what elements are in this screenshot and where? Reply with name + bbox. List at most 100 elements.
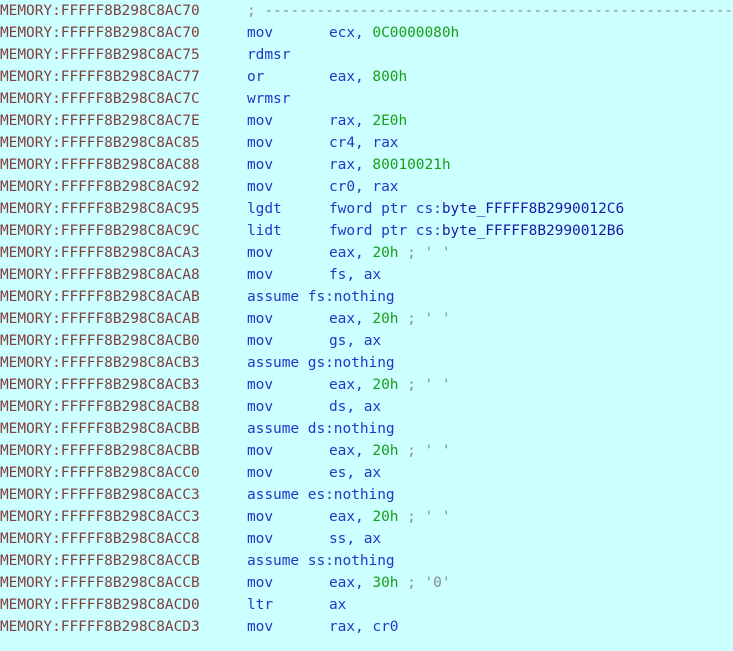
line-content: mov rax, 80010021h — [247, 154, 451, 176]
line-content: mov eax, 20h ; ' ' — [247, 440, 451, 462]
operand-immediate: 20h — [372, 443, 399, 459]
disasm-line[interactable]: MEMORY:FFFFF8B298C8ACB3 assume gs:nothing — [0, 352, 733, 374]
disasm-line[interactable]: MEMORY:FFFFF8B298C8AC95 lgdt fword ptr cs:… — [0, 198, 733, 220]
line-address: MEMORY:FFFFF8B298C8AC95 — [0, 201, 200, 217]
disassembly-view[interactable]: MEMORY:FFFFF8B298C8AC70 ; ---------------… — [0, 0, 733, 651]
line-content: mov fs, ax — [247, 264, 381, 286]
disasm-line[interactable]: MEMORY:FFFFF8B298C8ACB8 mov ds, ax — [0, 396, 733, 418]
disasm-line[interactable]: MEMORY:FFFFF8B298C8ACC3 assume es:nothing — [0, 484, 733, 506]
operand-register: rax, cr0 — [329, 619, 399, 635]
operand-register: eax, — [329, 443, 373, 459]
disasm-line[interactable]: MEMORY:FFFFF8B298C8AC7C wrmsr — [0, 88, 733, 110]
instruction-operands: ds, ax — [329, 396, 381, 418]
line-address: MEMORY:FFFFF8B298C8ACA3 — [0, 245, 200, 261]
instruction-operands: fword ptr cs:byte_FFFFF8B2990012C6 — [329, 198, 624, 220]
line-address: MEMORY:FFFFF8B298C8ACCB — [0, 553, 200, 569]
disasm-line[interactable]: MEMORY:FFFFF8B298C8AC85 mov cr4, rax — [0, 132, 733, 154]
line-address: MEMORY:FFFFF8B298C8ACCB — [0, 575, 200, 591]
line-content: lidt fword ptr cs:byte_FFFFF8B2990012B6 — [247, 220, 624, 242]
instruction-operands: ax — [329, 594, 346, 616]
assume-directive: assume es:nothing — [247, 487, 395, 503]
disasm-line[interactable]: MEMORY:FFFFF8B298C8AC9C lidt fword ptr cs:… — [0, 220, 733, 242]
operand-register: cr0, rax — [329, 179, 399, 195]
line-address: MEMORY:FFFFF8B298C8ACA8 — [0, 267, 200, 283]
line-content: mov rax, cr0 — [247, 616, 399, 638]
line-content: mov rax, 2E0h — [247, 110, 407, 132]
disasm-line[interactable]: MEMORY:FFFFF8B298C8ACCB assume ss:nothing — [0, 550, 733, 572]
operand-register: rax, — [329, 157, 373, 173]
operand-immediate: 80010021h — [372, 157, 451, 173]
operand-comment: ; ' ' — [398, 443, 451, 459]
disasm-line[interactable]: MEMORY:FFFFF8B298C8ACA8 mov fs, ax — [0, 264, 733, 286]
disasm-line[interactable]: MEMORY:FFFFF8B298C8AC75 rdmsr — [0, 44, 733, 66]
line-address: MEMORY:FFFFF8B298C8ACB3 — [0, 377, 200, 393]
disasm-line[interactable]: MEMORY:FFFFF8B298C8ACC0 mov es, ax — [0, 462, 733, 484]
operand-data-reference[interactable]: byte_FFFFF8B2990012B6 — [442, 223, 624, 239]
operand-immediate: 2E0h — [372, 113, 408, 129]
instruction-operands: fs, ax — [329, 264, 381, 286]
disasm-line[interactable]: MEMORY:FFFFF8B298C8ACBB assume ds:nothing — [0, 418, 733, 440]
instruction-mnemonic: mov — [247, 245, 274, 261]
disasm-line[interactable]: MEMORY:FFFFF8B298C8ACD0 ltr ax — [0, 594, 733, 616]
line-address: MEMORY:FFFFF8B298C8AC70 — [0, 3, 200, 19]
line-content: mov eax, 20h ; ' ' — [247, 308, 451, 330]
separator-comment: ; --------------------------------------… — [247, 3, 733, 19]
instruction-mnemonic: mov — [247, 179, 274, 195]
line-address: MEMORY:FFFFF8B298C8AC77 — [0, 69, 200, 85]
operand-immediate: 0C0000080h — [372, 25, 460, 41]
disasm-line[interactable]: MEMORY:FFFFF8B298C8ACB0 mov gs, ax — [0, 330, 733, 352]
instruction-operands: rax, 2E0h — [329, 110, 407, 132]
assume-directive: assume gs:nothing — [247, 355, 395, 371]
disasm-line[interactable]: MEMORY:FFFFF8B298C8AC70 ; ---------------… — [0, 0, 733, 22]
line-content: ltr ax — [247, 594, 346, 616]
line-address: MEMORY:FFFFF8B298C8ACB3 — [0, 355, 200, 371]
line-content: rdmsr — [247, 44, 290, 66]
line-address: MEMORY:FFFFF8B298C8ACAB — [0, 311, 200, 327]
operand-immediate: 20h — [372, 377, 399, 393]
disasm-line[interactable]: MEMORY:FFFFF8B298C8ACCB mov eax, 30h ; '0' — [0, 572, 733, 594]
instruction-operands: eax, 20h ; ' ' — [329, 440, 451, 462]
line-address: MEMORY:FFFFF8B298C8AC92 — [0, 179, 200, 195]
operand-register: ds, ax — [329, 399, 382, 415]
disasm-line[interactable]: MEMORY:FFFFF8B298C8ACA3 mov eax, 20h ; ' ' — [0, 242, 733, 264]
operand-register: ecx, — [329, 25, 373, 41]
line-address: MEMORY:FFFFF8B298C8ACBB — [0, 443, 200, 459]
instruction-operands: eax, 800h — [329, 66, 407, 88]
line-address: MEMORY:FFFFF8B298C8ACB8 — [0, 399, 200, 415]
operand-register: eax, — [329, 575, 373, 591]
line-content: mov ss, ax — [247, 528, 381, 550]
line-address: MEMORY:FFFFF8B298C8ACBB — [0, 421, 200, 437]
operand-register: eax, — [329, 245, 373, 261]
line-content: mov cr0, rax — [247, 176, 399, 198]
operand-comment: ; ' ' — [398, 245, 451, 261]
disasm-line[interactable]: MEMORY:FFFFF8B298C8AC92 mov cr0, rax — [0, 176, 733, 198]
disasm-line[interactable]: MEMORY:FFFFF8B298C8AC70 mov ecx, 0C0000080… — [0, 22, 733, 44]
disasm-line[interactable]: MEMORY:FFFFF8B298C8ACC3 mov eax, 20h ; ' ' — [0, 506, 733, 528]
disasm-line[interactable]: MEMORY:FFFFF8B298C8ACC8 mov ss, ax — [0, 528, 733, 550]
operand-immediate: 800h — [372, 69, 408, 85]
disasm-line[interactable]: MEMORY:FFFFF8B298C8ACB3 mov eax, 20h ; ' ' — [0, 374, 733, 396]
disasm-line[interactable]: MEMORY:FFFFF8B298C8ACAB mov eax, 20h ; ' ' — [0, 308, 733, 330]
line-address: MEMORY:FFFFF8B298C8AC7E — [0, 113, 200, 129]
operand-register: fs, ax — [329, 267, 382, 283]
instruction-operands: eax, 20h ; ' ' — [329, 374, 451, 396]
line-content: mov gs, ax — [247, 330, 381, 352]
disasm-line[interactable]: MEMORY:FFFFF8B298C8ACD3 mov rax, cr0 — [0, 616, 733, 638]
disasm-line[interactable]: MEMORY:FFFFF8B298C8AC88 mov rax, 80010021h — [0, 154, 733, 176]
instruction-mnemonic: rdmsr — [247, 47, 291, 63]
operand-data-reference[interactable]: byte_FFFFF8B2990012C6 — [442, 201, 624, 217]
line-content: assume ds:nothing — [247, 418, 395, 440]
instruction-mnemonic: lidt — [247, 223, 282, 239]
line-address: MEMORY:FFFFF8B298C8ACC3 — [0, 509, 200, 525]
disasm-line[interactable]: MEMORY:FFFFF8B298C8ACAB assume fs:nothing — [0, 286, 733, 308]
disasm-line[interactable]: MEMORY:FFFFF8B298C8AC77 or eax, 800h — [0, 66, 733, 88]
instruction-operands: eax, 20h ; ' ' — [329, 308, 451, 330]
disasm-line[interactable]: MEMORY:FFFFF8B298C8AC7E mov rax, 2E0h — [0, 110, 733, 132]
disasm-line[interactable]: MEMORY:FFFFF8B298C8ACBB mov eax, 20h ; ' ' — [0, 440, 733, 462]
line-address: MEMORY:FFFFF8B298C8ACC0 — [0, 465, 200, 481]
operand-register: gs, ax — [329, 333, 382, 349]
operand-comment: ; ' ' — [398, 311, 451, 327]
instruction-mnemonic: mov — [247, 619, 274, 635]
line-content: wrmsr — [247, 88, 290, 110]
line-content: assume gs:nothing — [247, 352, 395, 374]
